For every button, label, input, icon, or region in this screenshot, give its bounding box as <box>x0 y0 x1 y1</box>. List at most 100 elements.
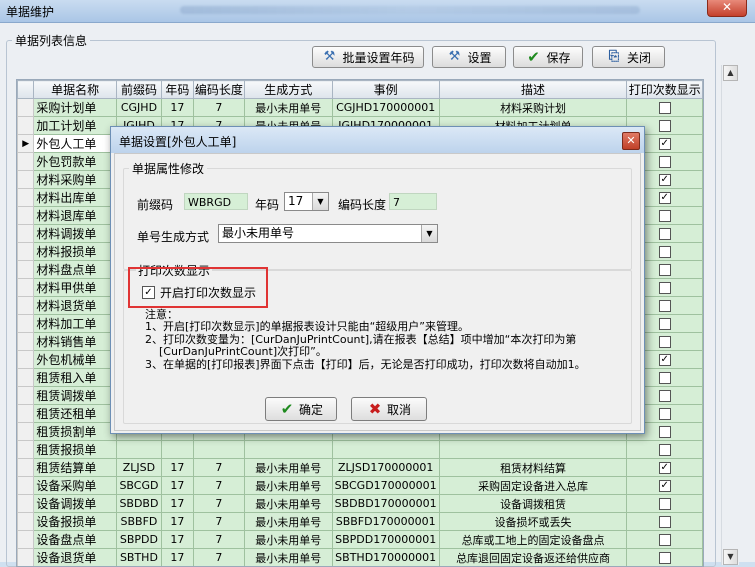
dialog-close-icon[interactable]: ✕ <box>622 132 640 150</box>
cell-print[interactable] <box>627 531 703 549</box>
table-row[interactable]: 租赁结算单ZLJSD177最小未用单号ZLJSD170000001租赁材料结算✓ <box>18 459 703 477</box>
row-indicator[interactable] <box>18 351 34 369</box>
cell-desc[interactable]: 设备损坏或丢失 <box>439 513 627 531</box>
cell-mode[interactable]: 最小未用单号 <box>244 459 332 477</box>
cell-name[interactable]: 租赁租入单 <box>34 369 117 387</box>
cell-desc[interactable]: 材料采购计划 <box>439 99 627 117</box>
cell-prefix[interactable]: SBDBD <box>116 495 161 513</box>
print-checkbox[interactable] <box>659 282 671 294</box>
print-checkbox[interactable] <box>659 318 671 330</box>
cell-len[interactable] <box>193 441 244 459</box>
header-mode[interactable]: 生成方式 <box>244 81 332 99</box>
cell-name[interactable]: 材料报损单 <box>34 243 117 261</box>
print-checkbox[interactable] <box>659 516 671 528</box>
cell-year[interactable]: 17 <box>161 99 193 117</box>
cell-name[interactable]: 材料退货单 <box>34 297 117 315</box>
cell-name[interactable]: 材料加工单 <box>34 315 117 333</box>
print-checkbox[interactable]: ✓ <box>659 174 671 186</box>
row-indicator[interactable] <box>18 423 34 441</box>
print-checkbox[interactable]: ✓ <box>659 462 671 474</box>
cell-name[interactable]: 设备盘点单 <box>34 531 117 549</box>
cell-example[interactable]: CGJHD170000001 <box>332 99 439 117</box>
cell-len[interactable]: 7 <box>193 549 244 567</box>
cell-print[interactable] <box>627 441 703 459</box>
scroll-up-icon[interactable]: ▲ <box>723 65 738 81</box>
cell-print[interactable] <box>627 549 703 567</box>
row-indicator[interactable] <box>18 333 34 351</box>
batch-set-year-button[interactable]: ⚒ 批量设置年码 <box>312 46 424 68</box>
cell-mode[interactable]: 最小未用单号 <box>244 477 332 495</box>
cell-example[interactable]: ZLJSD170000001 <box>332 459 439 477</box>
cell-example[interactable]: SBPDD170000001 <box>332 531 439 549</box>
row-indicator[interactable] <box>18 171 34 189</box>
header-year[interactable]: 年码 <box>161 81 193 99</box>
print-checkbox[interactable] <box>659 264 671 276</box>
row-indicator[interactable] <box>18 477 34 495</box>
cell-desc[interactable]: 设备调拨租赁 <box>439 495 627 513</box>
cell-year[interactable]: 17 <box>161 531 193 549</box>
row-indicator[interactable] <box>18 189 34 207</box>
cell-mode[interactable]: 最小未用单号 <box>244 549 332 567</box>
settings-button[interactable]: ⚒ 设置 <box>432 46 506 68</box>
cell-name[interactable]: 外包人工单 <box>34 135 117 153</box>
print-checkbox[interactable] <box>659 336 671 348</box>
cell-name[interactable]: 设备报损单 <box>34 513 117 531</box>
cell-year[interactable]: 17 <box>161 549 193 567</box>
cell-name[interactable]: 材料采购单 <box>34 171 117 189</box>
cell-year[interactable]: 17 <box>161 477 193 495</box>
cell-year[interactable]: 17 <box>161 459 193 477</box>
print-checkbox[interactable] <box>659 228 671 240</box>
row-indicator[interactable] <box>18 369 34 387</box>
save-button[interactable]: ✔ 保存 <box>513 46 583 68</box>
scroll-down-icon[interactable]: ▼ <box>723 549 738 565</box>
row-indicator[interactable] <box>18 459 34 477</box>
cell-name[interactable]: 材料退库单 <box>34 207 117 225</box>
print-checkbox[interactable] <box>659 246 671 258</box>
cell-desc[interactable]: 租赁材料结算 <box>439 459 627 477</box>
row-indicator[interactable] <box>18 513 34 531</box>
cell-print[interactable] <box>627 513 703 531</box>
cell-mode[interactable]: 最小未用单号 <box>244 531 332 549</box>
close-button[interactable]: ⎘ 关闭 <box>592 46 665 68</box>
cell-len[interactable]: 7 <box>193 531 244 549</box>
cell-prefix[interactable]: CGJHD <box>116 99 161 117</box>
cell-name[interactable]: 加工计划单 <box>34 117 117 135</box>
cell-name[interactable]: 外包机械单 <box>34 351 117 369</box>
row-indicator[interactable] <box>18 441 34 459</box>
cell-example[interactable]: SBCGD170000001 <box>332 477 439 495</box>
cell-name[interactable]: 外包罚款单 <box>34 153 117 171</box>
cell-year[interactable]: 17 <box>161 495 193 513</box>
cell-prefix[interactable]: ZLJSD <box>116 459 161 477</box>
table-row[interactable]: 采购计划单CGJHD177最小未用单号CGJHD170000001材料采购计划 <box>18 99 703 117</box>
cell-mode[interactable]: 最小未用单号 <box>244 99 332 117</box>
cell-example[interactable]: SBDBD170000001 <box>332 495 439 513</box>
cell-print[interactable]: ✓ <box>627 459 703 477</box>
print-checkbox[interactable] <box>659 498 671 510</box>
cell-desc[interactable]: 总库或工地上的固定设备盘点 <box>439 531 627 549</box>
print-checkbox[interactable] <box>659 210 671 222</box>
cell-name[interactable]: 租赁结算单 <box>34 459 117 477</box>
cell-len[interactable]: 7 <box>193 99 244 117</box>
table-row[interactable]: 设备调拨单SBDBD177最小未用单号SBDBD170000001设备调拨租赁 <box>18 495 703 513</box>
cell-name[interactable]: 租赁报损单 <box>34 441 117 459</box>
row-indicator[interactable] <box>18 405 34 423</box>
row-indicator[interactable] <box>18 261 34 279</box>
cancel-button[interactable]: ✖ 取消 <box>351 397 427 421</box>
cell-desc[interactable] <box>439 441 627 459</box>
cell-name[interactable]: 材料甲供单 <box>34 279 117 297</box>
table-row[interactable]: 租赁报损单 <box>18 441 703 459</box>
row-indicator[interactable] <box>18 117 34 135</box>
print-checkbox[interactable] <box>659 426 671 438</box>
print-checkbox[interactable] <box>659 300 671 312</box>
ok-button[interactable]: ✔ 确定 <box>265 397 337 421</box>
cell-name[interactable]: 采购计划单 <box>34 99 117 117</box>
length-input[interactable]: 7 <box>389 193 437 210</box>
row-indicator[interactable] <box>18 315 34 333</box>
print-checkbox[interactable]: ✓ <box>659 192 671 204</box>
cell-name[interactable]: 材料调拨单 <box>34 225 117 243</box>
print-checkbox[interactable] <box>659 408 671 420</box>
vertical-scrollbar[interactable]: ▲ ▼ <box>721 65 739 565</box>
row-indicator[interactable] <box>18 495 34 513</box>
print-checkbox[interactable] <box>659 102 671 114</box>
cell-name[interactable]: 材料出库单 <box>34 189 117 207</box>
